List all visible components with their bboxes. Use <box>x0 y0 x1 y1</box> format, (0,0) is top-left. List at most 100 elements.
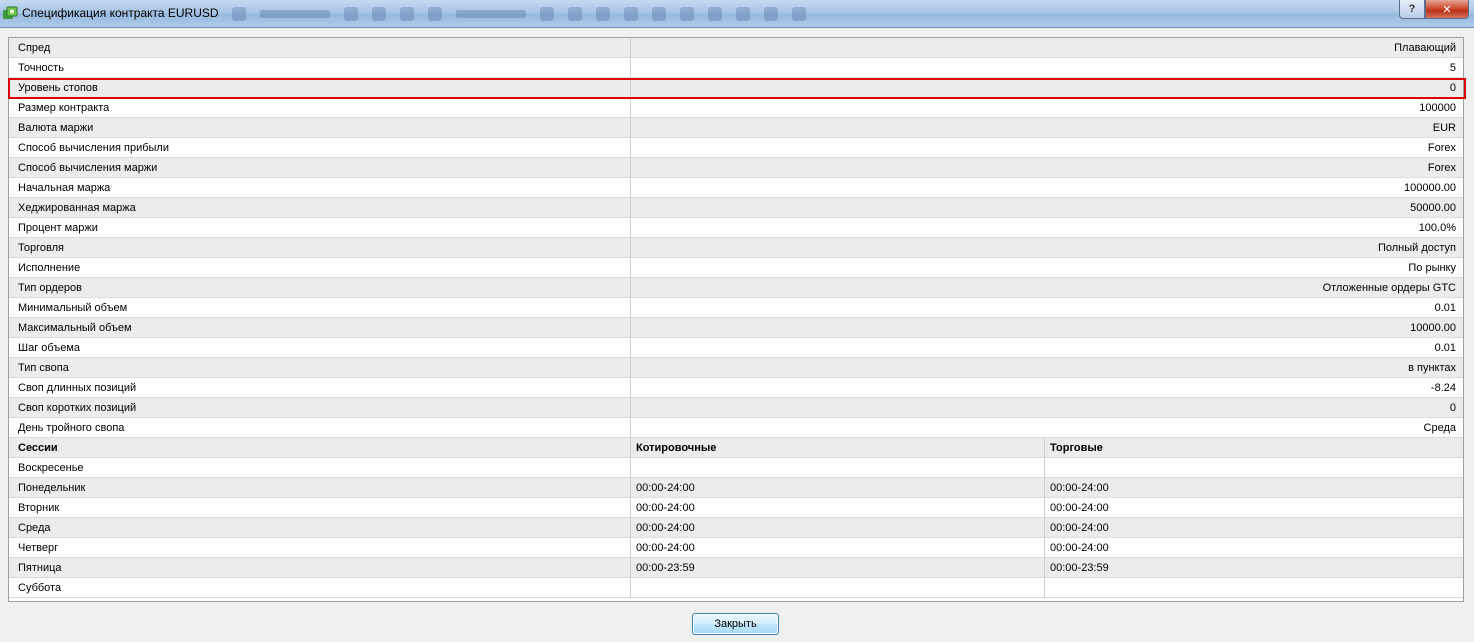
session-quotes: 00:00-24:00 <box>636 502 695 514</box>
toolbar-ghost-icon <box>568 7 582 21</box>
spec-label: Уровень стопов <box>18 82 98 94</box>
trades-header: Торговые <box>1050 442 1103 454</box>
spec-row: Процент маржи 100.0% <box>9 218 1463 238</box>
session-trades: 00:00-24:00 <box>1050 482 1109 494</box>
spec-value: Полный доступ <box>1377 242 1456 254</box>
toolbar-ghost-icon <box>652 7 666 21</box>
spec-value: Плавающий <box>1394 42 1456 54</box>
column-divider <box>630 78 631 98</box>
toolbar-ghost-icon <box>400 7 414 21</box>
column-divider <box>630 338 631 358</box>
session-quotes: 00:00-23:59 <box>636 562 695 574</box>
spec-row: Размер контракта 100000 <box>9 98 1463 118</box>
spec-row: Шаг объема 0.01 <box>9 338 1463 358</box>
toolbar-ghost-icon <box>708 7 722 21</box>
session-row: Воскресенье <box>9 458 1463 478</box>
session-quotes: 00:00-24:00 <box>636 482 695 494</box>
toolbar-ghost-label <box>260 10 330 18</box>
sessions-header-row: Сессии Котировочные Торговые <box>9 438 1463 458</box>
column-divider <box>630 58 631 78</box>
session-day: Вторник <box>18 502 60 514</box>
help-button[interactable]: ? <box>1399 0 1425 19</box>
spec-label: Начальная маржа <box>18 182 111 194</box>
spec-value: 0 <box>1449 402 1456 414</box>
spec-label: День тройного свопа <box>18 422 125 434</box>
spec-label: Размер контракта <box>18 102 110 114</box>
session-row: Вторник 00:00-24:00 00:00-24:00 <box>9 498 1463 518</box>
spec-row: Хеджированная маржа 50000.00 <box>9 198 1463 218</box>
spec-row: Своп длинных позиций -8.24 <box>9 378 1463 398</box>
spec-row: Торговля Полный доступ <box>9 238 1463 258</box>
quotes-header: Котировочные <box>636 442 717 454</box>
spec-label: Шаг объема <box>18 342 80 354</box>
spec-label: Процент маржи <box>18 222 98 234</box>
session-row: Суббота <box>9 578 1463 598</box>
spec-label: Тип ордеров <box>18 282 82 294</box>
session-trades: 00:00-24:00 <box>1050 522 1109 534</box>
column-divider <box>630 478 631 498</box>
spec-value: в пунктах <box>1408 362 1456 374</box>
spec-row: Способ вычисления маржи Forex <box>9 158 1463 178</box>
toolbar-ghost-icon <box>428 7 442 21</box>
spec-label: Максимальный объем <box>18 322 132 334</box>
column-divider <box>1044 578 1045 598</box>
column-divider <box>630 298 631 318</box>
spec-value: 0.01 <box>1434 302 1456 314</box>
spec-label: Торговля <box>18 242 64 254</box>
column-divider <box>630 558 631 578</box>
session-quotes: 00:00-24:00 <box>636 542 695 554</box>
spec-value: 100000 <box>1419 102 1456 114</box>
spec-value: Forex <box>1427 162 1456 174</box>
spec-label: Тип свопа <box>18 362 69 374</box>
spec-label: Валюта маржи <box>18 122 94 134</box>
column-divider <box>1044 518 1045 538</box>
window-close-button[interactable]: ✕ <box>1425 0 1469 19</box>
column-divider <box>1044 558 1045 578</box>
toolbar-ghost-icon <box>344 7 358 21</box>
session-trades: 00:00-24:00 <box>1050 542 1109 554</box>
window-title: Спецификация контракта EURUSD <box>22 6 219 20</box>
spec-label: Способ вычисления прибыли <box>18 142 169 154</box>
column-divider <box>630 398 631 418</box>
title-bar: Спецификация контракта EURUSD ? ✕ <box>0 0 1474 28</box>
column-divider <box>630 318 631 338</box>
toolbar-ghost-icon <box>736 7 750 21</box>
session-row: Четверг 00:00-24:00 00:00-24:00 <box>9 538 1463 558</box>
column-divider <box>1044 478 1045 498</box>
column-divider <box>630 378 631 398</box>
column-divider <box>630 178 631 198</box>
background-toolbar <box>232 5 806 23</box>
spec-row: Начальная маржа 100000.00 <box>9 178 1463 198</box>
contract-spec-table: Спред Плавающий Точность 5 Уровень стопов 0 Ра… <box>8 37 1464 602</box>
session-row: Пятница 00:00-23:59 00:00-23:59 <box>9 558 1463 578</box>
spec-value: Среда <box>1423 422 1456 434</box>
close-button[interactable]: Закрыть <box>692 613 779 635</box>
spec-label: Хеджированная маржа <box>18 202 136 214</box>
spec-label: Способ вычисления маржи <box>18 162 158 174</box>
session-row: Среда 00:00-24:00 00:00-24:00 <box>9 518 1463 538</box>
app-icon <box>3 6 18 19</box>
column-divider <box>630 238 631 258</box>
column-divider <box>1044 498 1045 518</box>
session-day: Четверг <box>18 542 59 554</box>
toolbar-ghost-icon <box>680 7 694 21</box>
toolbar-ghost-icon <box>596 7 610 21</box>
column-divider <box>630 518 631 538</box>
column-divider <box>630 138 631 158</box>
spec-row: День тройного свопа Среда <box>9 418 1463 438</box>
spec-label: Своп длинных позиций <box>18 382 137 394</box>
spec-row: Валюта маржи EUR <box>9 118 1463 138</box>
spec-label: Минимальный объем <box>18 302 128 314</box>
spec-value: По рынку <box>1408 262 1456 274</box>
spec-row: Тип свопа в пунктах <box>9 358 1463 378</box>
column-divider <box>630 538 631 558</box>
spec-value: -8.24 <box>1430 382 1456 394</box>
session-row: Понедельник 00:00-24:00 00:00-24:00 <box>9 478 1463 498</box>
column-divider <box>630 358 631 378</box>
spec-label: Спред <box>18 42 51 54</box>
column-divider <box>630 118 631 138</box>
session-trades <box>1050 578 1450 598</box>
spec-row: Уровень стопов 0 <box>9 78 1463 98</box>
session-quotes <box>636 578 1036 598</box>
spec-value: EUR <box>1432 122 1456 134</box>
